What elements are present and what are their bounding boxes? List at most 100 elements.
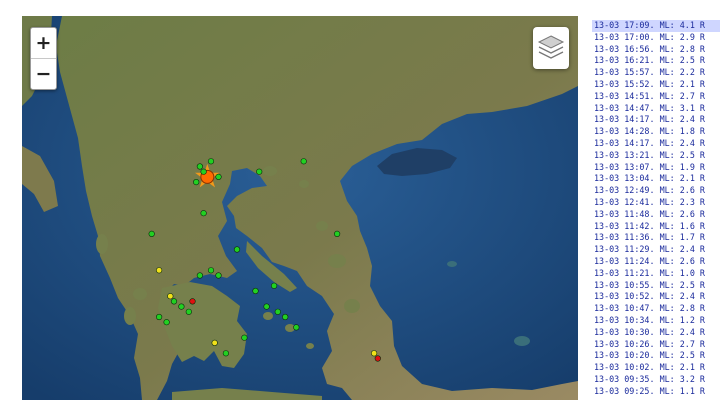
zoom-control: + − (30, 27, 57, 90)
earthquake-marker[interactable] (256, 168, 263, 175)
event-magnitude: ML: 2.6 R (659, 255, 705, 266)
earthquake-list-item[interactable]: 13-03 14:47. ML: 3.1 R (592, 103, 720, 115)
event-time: 13-03 11:42. (594, 220, 655, 231)
earthquake-marker[interactable] (274, 308, 281, 315)
layers-stack-icon (537, 35, 565, 59)
earthquake-marker[interactable] (282, 313, 289, 321)
earthquake-list-item[interactable]: 13-03 12:49. ML: 2.6 R (592, 185, 720, 197)
earthquake-marker[interactable] (263, 303, 270, 310)
earthquake-marker[interactable] (241, 334, 248, 341)
earthquake-marker[interactable] (215, 272, 222, 279)
earthquake-list-item[interactable]: 13-03 11:24. ML: 2.6 R (592, 256, 720, 268)
earthquake-list-item[interactable]: 13-03 14:51. ML: 2.7 R (592, 91, 720, 103)
layers-button[interactable] (533, 27, 569, 69)
earthquake-marker[interactable] (193, 179, 200, 186)
earthquake-list-item[interactable]: 13-03 10:55. ML: 2.5 R (592, 280, 720, 292)
earthquake-list-item[interactable]: 13-03 10:52. ML: 2.4 R (592, 291, 720, 303)
earthquake-marker[interactable] (334, 230, 341, 237)
earthquake-list-item[interactable]: 13-03 12:41. ML: 2.3 R (592, 197, 720, 209)
earthquake-marker[interactable] (233, 246, 241, 253)
earthquake-marker[interactable] (185, 308, 192, 315)
earthquake-marker[interactable] (163, 319, 170, 326)
earthquake-list-item[interactable]: 13-03 09:35. ML: 3.2 R (592, 374, 720, 386)
earthquake-list-item[interactable]: 13-03 16:21. ML: 2.5 R (592, 55, 720, 67)
earthquake-list-item[interactable]: 13-03 14:28. ML: 1.8 R (592, 126, 720, 138)
event-magnitude: ML: 2.5 R (659, 149, 705, 160)
earthquake-marker[interactable] (170, 298, 178, 305)
earthquake-list-item[interactable]: 13-03 09:25. ML: 1.1 R (592, 386, 720, 398)
earthquake-marker[interactable] (252, 287, 259, 295)
earthquake-marker[interactable] (271, 282, 278, 289)
earthquake-list-item[interactable]: 13-03 14:17. ML: 2.4 R (592, 138, 720, 150)
event-time: 13-03 11:21. (594, 267, 655, 278)
earthquake-marker[interactable] (148, 230, 155, 237)
map-view[interactable] (22, 16, 578, 400)
earthquake-list-item[interactable]: 13-03 11:36. ML: 1.7 R (592, 232, 720, 244)
earthquake-marker[interactable] (200, 168, 207, 175)
earthquake-list-item[interactable]: 13-03 17:09. ML: 4.1 R (592, 20, 720, 32)
event-magnitude: ML: 2.6 R (659, 208, 705, 219)
event-magnitude: ML: 2.1 R (659, 173, 705, 184)
zoom-in-button[interactable]: + (31, 28, 56, 58)
earthquake-list-item[interactable]: 13-03 10:20. ML: 2.5 R (592, 350, 720, 362)
earthquake-list[interactable]: 13-03 17:09. ML: 4.1 R 13-03 17:00. ML: 2… (592, 20, 720, 400)
event-magnitude: ML: 1.1 R (659, 385, 705, 396)
event-time: 13-03 16:21. (594, 55, 655, 66)
earthquake-list-item[interactable]: 13-03 13:04. ML: 2.1 R (592, 173, 720, 185)
event-time: 13-03 09:25. (594, 385, 655, 396)
earthquake-list-item[interactable]: 13-03 16:56. ML: 2.8 R (592, 44, 720, 56)
earthquake-list-item[interactable]: 13-03 13:07. ML: 1.9 R (592, 162, 720, 174)
earthquake-marker[interactable] (374, 355, 381, 362)
event-time: 13-03 12:41. (594, 196, 655, 207)
earthquake-marker[interactable] (167, 293, 174, 300)
event-magnitude: ML: 1.0 R (659, 267, 705, 278)
earthquake-marker[interactable] (178, 303, 185, 310)
earthquake-list-item[interactable]: 13-03 11:21. ML: 1.0 R (592, 268, 720, 280)
event-magnitude: ML: 2.2 R (659, 67, 705, 78)
earthquake-list-item[interactable]: 13-03 10:34. ML: 1.2 R (592, 315, 720, 327)
earthquake-list-item[interactable]: 13-03 13:21. ML: 2.5 R (592, 150, 720, 162)
earthquake-list-item[interactable]: 13-03 11:42. ML: 1.6 R (592, 221, 720, 233)
zoom-out-button[interactable]: − (31, 59, 56, 89)
event-magnitude: ML: 2.5 R (659, 279, 705, 290)
map-canvas[interactable] (22, 16, 578, 400)
event-magnitude: ML: 2.3 R (659, 196, 705, 207)
earthquake-marker[interactable] (300, 158, 307, 165)
earthquake-list-item[interactable]: 13-03 15:57. ML: 2.2 R (592, 67, 720, 79)
earthquake-list-item[interactable]: 13-03 10:26. ML: 2.7 R (592, 339, 720, 351)
earthquake-list-item[interactable]: 13-03 14:17. ML: 2.4 R (592, 114, 720, 126)
earthquake-marker[interactable] (189, 298, 196, 305)
earthquake-list-item[interactable]: 13-03 11:29. ML: 2.4 R (592, 244, 720, 256)
earthquake-list-item[interactable]: 13-03 10:02. ML: 2.1 R (592, 362, 720, 374)
earthquake-marker[interactable] (156, 313, 163, 321)
earthquake-list-item[interactable]: 13-03 10:30. ML: 2.4 R (592, 327, 720, 339)
event-magnitude: ML: 2.7 R (659, 338, 705, 349)
earthquake-marker[interactable] (207, 158, 215, 165)
earthquake-marker[interactable] (196, 272, 203, 279)
earthquake-marker[interactable] (211, 339, 218, 347)
event-time: 13-03 10:34. (594, 314, 655, 325)
event-time: 13-03 13:21. (594, 149, 655, 160)
earthquake-marker[interactable] (222, 350, 229, 357)
event-time: 13-03 15:52. (594, 78, 655, 89)
event-magnitude: ML: 1.9 R (659, 161, 705, 172)
earthquake-marker[interactable] (371, 350, 378, 357)
earthquake-marker[interactable] (156, 267, 163, 274)
event-magnitude: ML: 4.1 R (659, 20, 705, 30)
event-time: 13-03 14:17. (594, 114, 655, 125)
earthquake-marker[interactable] (200, 210, 207, 217)
event-magnitude: ML: 2.4 R (659, 291, 705, 302)
earthquake-list-item[interactable]: 13-03 15:52. ML: 2.1 R (592, 79, 720, 91)
earthquake-marker[interactable] (293, 324, 300, 331)
event-magnitude: ML: 2.4 R (659, 244, 705, 255)
earthquake-list-item[interactable]: 13-03 11:48. ML: 2.6 R (592, 209, 720, 221)
earthquake-list-item[interactable]: 13-03 10:47. ML: 2.8 R (592, 303, 720, 315)
earthquake-list-item[interactable]: 13-03 17:00. ML: 2.9 R (592, 32, 720, 44)
event-time: 13-03 11:36. (594, 232, 655, 243)
earthquake-marker[interactable] (196, 163, 203, 170)
event-time: 13-03 10:52. (594, 291, 655, 302)
event-time: 13-03 11:29. (594, 244, 655, 255)
earthquake-marker[interactable] (215, 173, 222, 180)
earthquake-marker[interactable] (207, 267, 215, 274)
event-magnitude: ML: 2.4 R (659, 114, 705, 125)
